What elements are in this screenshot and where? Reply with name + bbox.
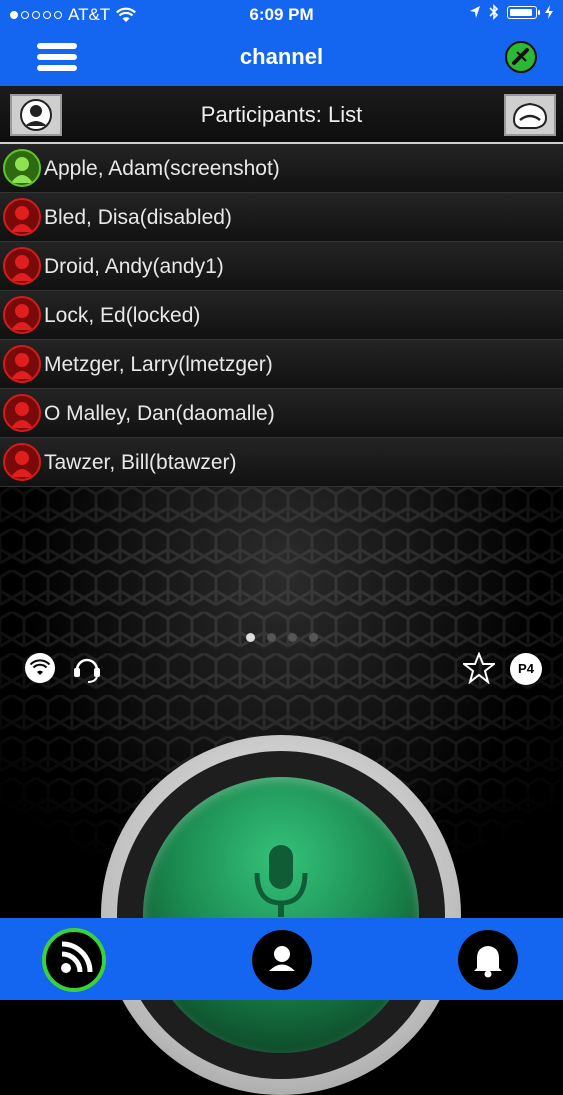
participant-row[interactable]: O Malley, Dan(daomalle) xyxy=(0,389,563,438)
page-indicator[interactable] xyxy=(0,633,563,642)
participant-name: Bled, Disa(disabled) xyxy=(44,206,232,229)
participant-offline-icon xyxy=(3,394,41,432)
status-right xyxy=(469,4,553,20)
push-to-talk-button[interactable] xyxy=(101,735,461,1095)
participant-row[interactable]: Bled, Disa(disabled) xyxy=(0,193,563,242)
participant-online-icon xyxy=(3,149,41,187)
connection-globe-icon[interactable] xyxy=(505,41,537,73)
group-chat-button[interactable] xyxy=(504,94,556,136)
location-arrow-icon xyxy=(470,6,480,18)
tab-alerts[interactable] xyxy=(458,930,518,990)
rss-feed-icon xyxy=(61,941,93,973)
participant-row[interactable]: Metzger, Larry(lmetzger) xyxy=(0,340,563,389)
participant-name: Metzger, Larry(lmetzger) xyxy=(44,353,273,376)
charging-bolt-icon xyxy=(545,5,553,19)
headset-icon[interactable] xyxy=(71,652,103,684)
participant-offline-icon xyxy=(3,247,41,285)
participant-name: Tawzer, Bill(btawzer) xyxy=(44,451,237,474)
participant-offline-icon xyxy=(3,443,41,481)
participants-title: Participants: List xyxy=(200,102,363,127)
participant-name: Droid, Andy(andy1) xyxy=(44,255,224,278)
participant-offline-icon xyxy=(3,198,41,236)
bluetooth-icon xyxy=(489,4,499,20)
participant-row[interactable]: Lock, Ed(locked) xyxy=(0,291,563,340)
participant-name: Lock, Ed(locked) xyxy=(44,304,201,327)
priority-badge[interactable]: P4 xyxy=(510,653,542,685)
ptt-face[interactable] xyxy=(143,777,419,1053)
nav-bar: channel xyxy=(0,30,563,86)
participant-list: Apple, Adam(screenshot) Bled, Disa(disab… xyxy=(0,144,563,487)
participant-offline-icon xyxy=(3,296,41,334)
status-bar: AT&T 6:09 PM xyxy=(0,0,563,30)
bell-icon xyxy=(474,946,502,978)
tab-channel[interactable] xyxy=(42,928,106,992)
favorite-star-icon[interactable] xyxy=(463,652,495,684)
participants-header: Participants: List xyxy=(0,86,563,144)
participant-row[interactable]: Tawzer, Bill(btawzer) xyxy=(0,438,563,487)
participant-row[interactable]: Droid, Andy(andy1) xyxy=(0,242,563,291)
tab-contacts[interactable] xyxy=(252,930,312,990)
microphone-icon xyxy=(254,845,308,917)
battery-icon xyxy=(507,5,540,19)
page-title: channel xyxy=(239,44,324,69)
contact-icon xyxy=(269,946,295,971)
wifi-signal-button[interactable] xyxy=(24,652,56,684)
participant-name: O Malley, Dan(daomalle) xyxy=(44,402,275,425)
bottom-tab-bar xyxy=(0,918,563,1000)
participant-name: Apple, Adam(screenshot) xyxy=(44,157,280,180)
participant-offline-icon xyxy=(3,345,41,383)
participant-row[interactable]: Apple, Adam(screenshot) xyxy=(0,144,563,193)
